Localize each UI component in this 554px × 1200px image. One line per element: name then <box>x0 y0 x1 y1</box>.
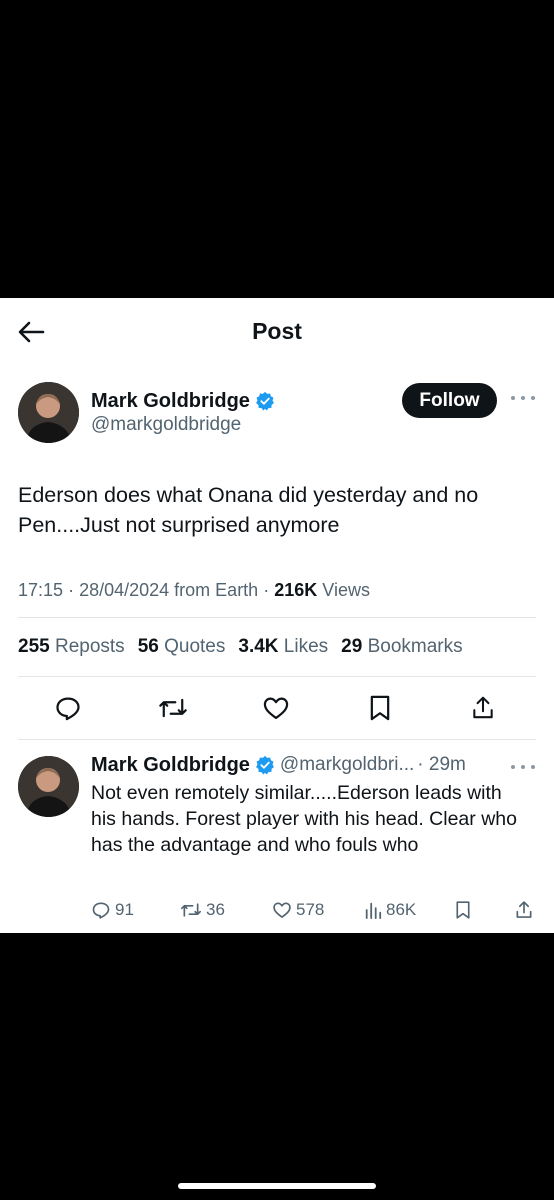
more-dots-icon[interactable] <box>511 761 535 773</box>
share-button[interactable] <box>468 693 498 723</box>
reply-handle[interactable]: @markgoldbri... <box>280 754 414 776</box>
reply-reply-button[interactable]: 91 <box>91 898 134 922</box>
reply-header: Mark Goldbridge @markgoldbri... · 29m <box>91 752 466 778</box>
post-date: 28/04/2024 <box>79 580 170 600</box>
reply-time: · 29m <box>417 754 466 775</box>
page-title: Post <box>252 318 302 344</box>
dot <box>511 765 515 769</box>
reply-author-name[interactable]: Mark Goldbridge <box>91 754 250 777</box>
author-name[interactable]: Mark Goldbridge <box>91 390 250 413</box>
divider <box>18 617 536 618</box>
post-time: 17:15 <box>18 580 64 600</box>
post-actions <box>0 693 554 723</box>
bookmark-icon <box>370 695 390 721</box>
reply-author-avatar[interactable] <box>18 756 79 817</box>
repost-icon <box>159 698 187 718</box>
author-name-row: Mark Goldbridge <box>91 388 275 414</box>
like-icon <box>273 902 291 918</box>
dot <box>531 396 535 400</box>
reposts-stat[interactable]: 255 Reposts <box>18 636 125 658</box>
reply-share-button[interactable] <box>514 898 534 922</box>
quotes-count: 56 <box>137 636 159 657</box>
quotes-stat[interactable]: 56 Quotes <box>138 636 226 658</box>
more-dots-icon[interactable] <box>511 392 535 404</box>
post-meta: 17:15 · 28/04/2024 from Earth · 216K Vie… <box>18 580 370 601</box>
reply-like-button[interactable]: 578 <box>272 898 324 922</box>
bookmarks-count: 29 <box>341 636 363 657</box>
reply-views-button[interactable]: 86K <box>364 898 416 922</box>
repost-button[interactable] <box>158 693 188 723</box>
bookmarks-label: Bookmarks <box>367 636 463 657</box>
post-text: Ederson does what Onana did yesterday an… <box>18 483 479 537</box>
share-icon <box>516 901 532 918</box>
author-handle[interactable]: @markgoldbridge <box>91 414 241 436</box>
likes-label: Likes <box>283 636 329 657</box>
verified-badge-icon <box>255 755 274 775</box>
follow-button[interactable]: Follow <box>402 383 497 418</box>
dot <box>511 396 515 400</box>
views-icon <box>365 902 382 919</box>
top-bar: Post <box>0 298 554 366</box>
reply-likes-count: 578 <box>296 900 325 919</box>
bookmarks-stat[interactable]: 29 Bookmarks <box>341 636 462 658</box>
bookmark-icon <box>456 901 470 919</box>
reply-text: Not even remotely similar.....Ederson le… <box>91 782 517 856</box>
divider <box>18 676 536 677</box>
like-button[interactable] <box>261 693 291 723</box>
bookmark-button[interactable] <box>365 693 395 723</box>
views-label[interactable]: Views <box>322 580 370 600</box>
reposts-count: 255 <box>18 636 50 657</box>
separator: · <box>68 580 80 600</box>
reply-icon <box>92 902 110 919</box>
dot <box>531 765 535 769</box>
post-screen: Post Mark Goldbridge @markgoldbridge Fol… <box>0 298 554 933</box>
share-icon <box>473 696 493 719</box>
dot <box>521 765 525 769</box>
divider <box>18 739 536 740</box>
reply-reposts-count: 36 <box>206 900 225 919</box>
separator: · <box>263 580 275 600</box>
likes-stat[interactable]: 3.4K Likes <box>238 636 328 658</box>
reply-button[interactable] <box>53 693 83 723</box>
repost-icon <box>180 903 201 917</box>
dot <box>521 396 525 400</box>
reply-actions: 91 36 578 86K <box>0 898 554 922</box>
reply-replies-count: 91 <box>115 900 134 919</box>
home-indicator[interactable] <box>178 1183 376 1189</box>
reply-views-count: 86K <box>386 900 417 919</box>
quotes-label: Quotes <box>164 636 226 657</box>
views-count[interactable]: 216K <box>274 580 317 600</box>
reposts-label: Reposts <box>54 636 125 657</box>
reply-repost-button[interactable]: 36 <box>180 898 225 922</box>
like-icon <box>263 697 289 720</box>
author-avatar[interactable] <box>18 382 79 443</box>
verified-badge-icon <box>255 391 274 411</box>
reply-icon <box>56 697 80 721</box>
likes-count: 3.4K <box>238 636 279 657</box>
engagement-stats: 255 Reposts 56 Quotes 3.4K Likes 29 Book… <box>18 636 463 658</box>
post-source: from Earth <box>174 580 259 600</box>
reply-bookmark-button[interactable] <box>454 898 472 922</box>
